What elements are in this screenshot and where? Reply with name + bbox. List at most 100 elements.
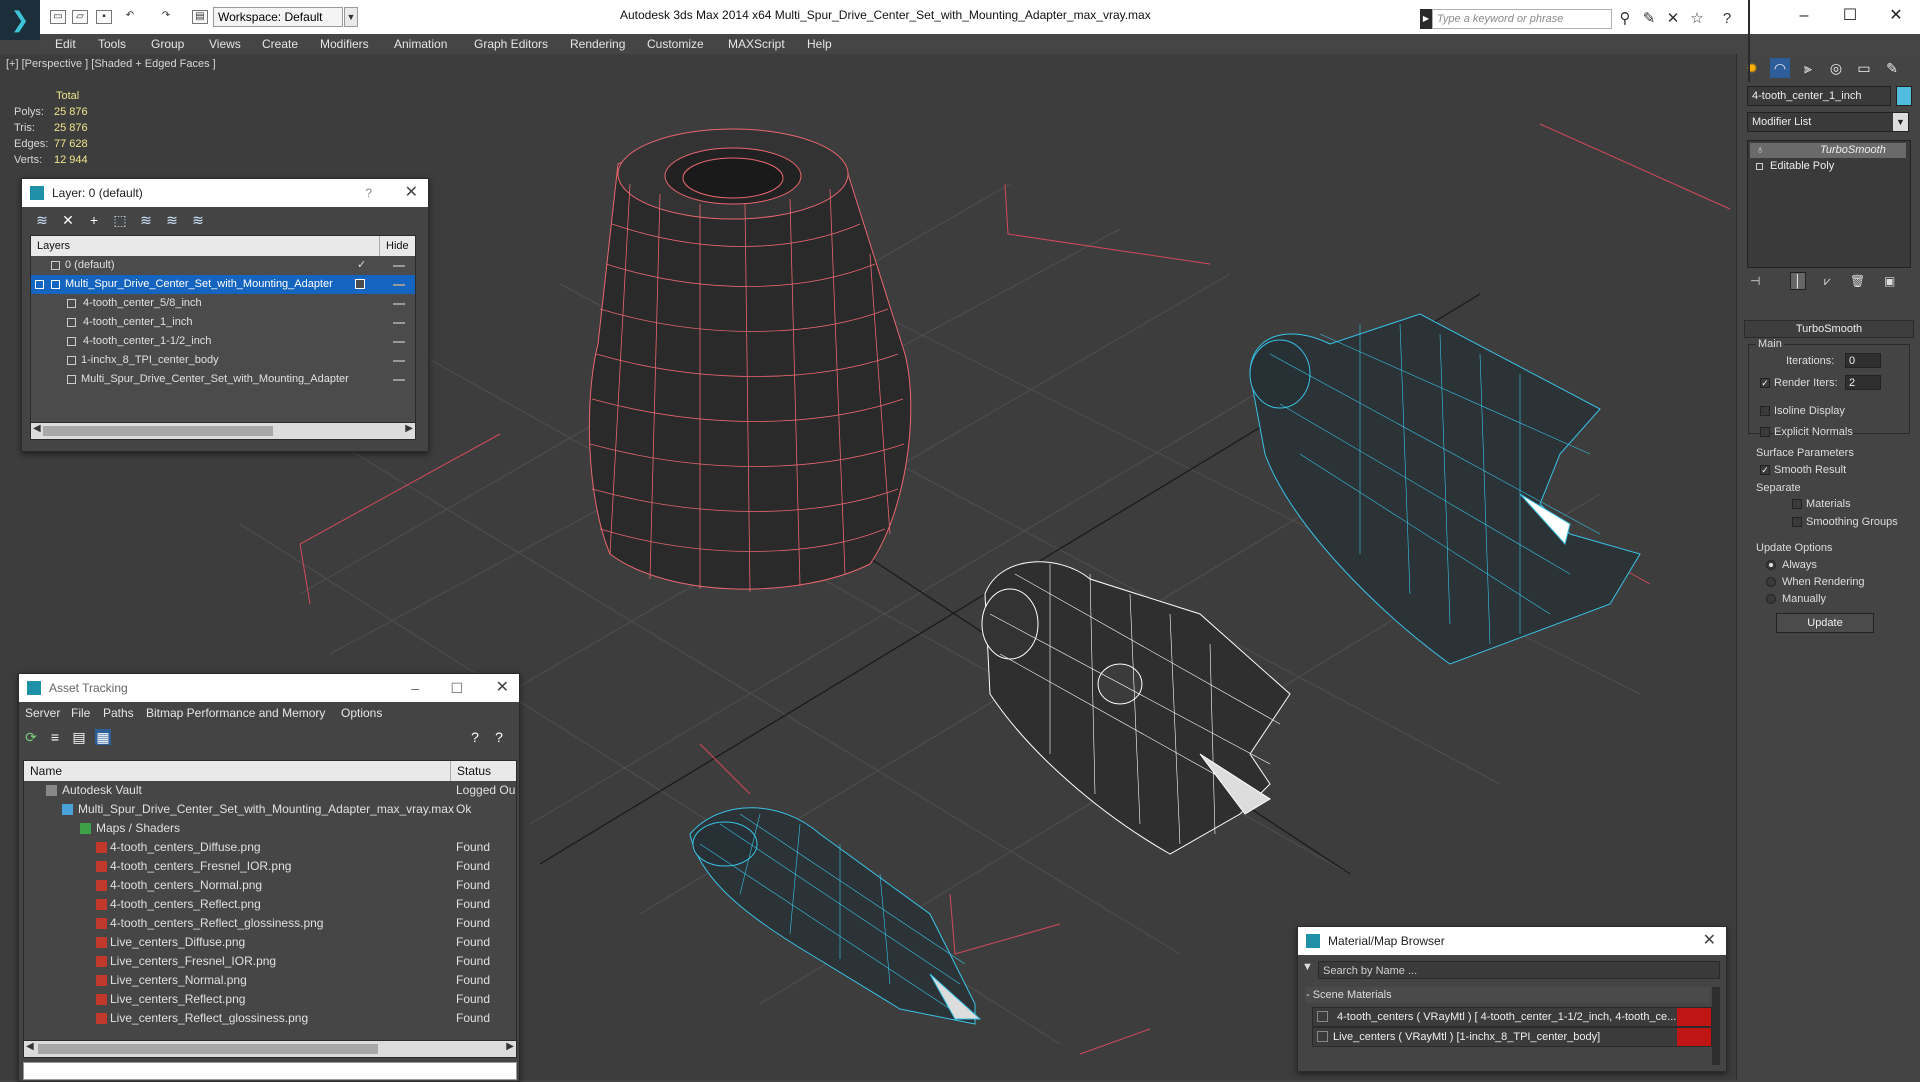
menu-group[interactable]: Group	[151, 34, 184, 54]
remove-modifier-icon[interactable]: 🗑	[1850, 274, 1865, 288]
display-tab-icon[interactable]: ▭	[1854, 58, 1874, 78]
stack-item-turbosmooth[interactable]: ♁ TurboSmooth	[1750, 143, 1906, 158]
asset-row[interactable]: 4-tooth_centers_Normal.png Found	[24, 876, 516, 895]
asset-row[interactable]: Maps / Shaders	[24, 819, 516, 838]
create-layer-icon[interactable]: ≋	[34, 212, 50, 228]
pin-stack-icon[interactable]: ⊣	[1750, 274, 1760, 288]
minimize-icon[interactable]: –	[411, 674, 419, 702]
layer-row-selected[interactable]: Multi_Spur_Drive_Center_Set_with_Mountin…	[31, 275, 415, 294]
menu-views[interactable]: Views	[209, 34, 241, 54]
options-menu-icon[interactable]: ▼	[1302, 961, 1313, 973]
asset-row[interactable]: Live_centers_Reflect.png Found	[24, 990, 516, 1009]
material-search-input[interactable]: Search by Name ...	[1318, 961, 1720, 979]
project-folder-icon[interactable]: ▤	[192, 10, 208, 24]
hierarchy-tab-icon[interactable]: ⫸	[1798, 58, 1818, 78]
col-layers[interactable]: Layers	[37, 236, 70, 256]
col-status[interactable]: Status	[450, 761, 491, 781]
scroll-right-icon[interactable]: ▶	[506, 1041, 514, 1052]
update-button[interactable]: Update	[1776, 613, 1874, 633]
asset-row[interactable]: Live_centers_Reflect_glossiness.png Found	[24, 1009, 516, 1028]
scroll-left-icon[interactable]: ◀	[33, 423, 41, 434]
smooth-result-checkbox[interactable]: ✓	[1760, 465, 1770, 475]
close-icon[interactable]: ✕	[496, 674, 509, 702]
expand-icon[interactable]	[1756, 163, 1763, 170]
viewport-label[interactable]: [+] [Perspective ] [Shaded + Edged Faces…	[6, 58, 216, 70]
mounting-adapter-mesh[interactable]	[588, 128, 912, 593]
close-icon[interactable]: ✕	[1876, 4, 1916, 28]
binoculars-icon[interactable]: ⚲	[1616, 10, 1634, 28]
modify-tab-icon[interactable]: ◠	[1770, 58, 1790, 78]
asset-row[interactable]: Multi_Spur_Drive_Center_Set_with_Mountin…	[24, 800, 516, 819]
delete-layer-icon[interactable]: ✕	[60, 212, 76, 228]
communication-icon[interactable]: ✕	[1664, 10, 1682, 28]
asset-row[interactable]: 4-tooth_centers_Fresnel_IOR.png Found	[24, 857, 516, 876]
active-layer-check-icon[interactable]: ✓	[357, 256, 366, 275]
maximize-icon[interactable]: ☐	[1830, 4, 1870, 28]
layer-row[interactable]: 4-tooth_center_1-1/2_inch	[31, 332, 415, 351]
new-file-icon[interactable]: ▭	[50, 10, 66, 24]
materials-checkbox[interactable]	[1792, 499, 1802, 509]
spur-center-5-8-inch-mesh[interactable]	[981, 561, 1291, 855]
open-file-icon[interactable]: ▱	[72, 10, 88, 24]
create-tab-icon[interactable]: ✹	[1742, 58, 1762, 78]
turbosmooth-rollout-header[interactable]: TurboSmooth	[1744, 320, 1914, 338]
menu-create[interactable]: Create	[262, 34, 298, 54]
save-file-icon[interactable]: ▪	[96, 10, 112, 24]
vertical-scrollbar[interactable]	[1712, 987, 1720, 1065]
menu-tools[interactable]: Tools	[98, 34, 126, 54]
maximize-icon[interactable]: ☐	[450, 674, 463, 702]
highlight-layer-icon[interactable]: ≋	[138, 212, 154, 228]
menu-server[interactable]: Server	[25, 706, 60, 720]
list-view-icon[interactable]: ≡	[47, 729, 63, 745]
menu-graph-editors[interactable]: Graph Editors	[474, 34, 548, 54]
object-name-field[interactable]: 4-tooth_center_1_inch	[1747, 86, 1891, 106]
horizontal-scrollbar[interactable]: ◀ ▶	[23, 1040, 517, 1058]
detail-view-icon[interactable]: ▤	[71, 729, 87, 745]
material-row[interactable]: Live_centers ( VRayMtl ) [1-inchx_8_TPI_…	[1312, 1027, 1712, 1047]
asset-row[interactable]: 4-tooth_centers_Reflect.png Found	[24, 895, 516, 914]
menu-maxscript[interactable]: MAXScript	[728, 34, 785, 54]
isoline-checkbox[interactable]	[1760, 406, 1770, 416]
app-logo-icon[interactable]: ❯	[0, 0, 40, 40]
menu-file[interactable]: File	[71, 706, 90, 720]
search-input[interactable]: Type a keyword or phrase	[1432, 9, 1612, 29]
always-radio[interactable]	[1766, 560, 1776, 570]
material-browser-titlebar[interactable]: Material/Map Browser ✕	[1298, 927, 1726, 955]
scroll-left-icon[interactable]: ◀	[26, 1041, 34, 1052]
menu-modifiers[interactable]: Modifiers	[320, 34, 369, 54]
utilities-tab-icon[interactable]: ✎	[1882, 58, 1902, 78]
make-unique-icon[interactable]: ⩗	[1824, 274, 1831, 289]
subscription-icon[interactable]: ✎	[1640, 10, 1658, 28]
help-icon[interactable]: ?	[467, 729, 483, 745]
close-icon[interactable]: ✕	[405, 179, 418, 207]
minimize-icon[interactable]: –	[1784, 4, 1824, 28]
collapse-icon[interactable]	[35, 280, 44, 289]
menu-edit[interactable]: Edit	[55, 34, 76, 54]
asset-row[interactable]: Live_centers_Fresnel_IOR.png Found	[24, 952, 516, 971]
select-objects-icon[interactable]: ⬚	[112, 212, 128, 228]
spur-center-1-1-2-inch-mesh[interactable]	[689, 807, 982, 1025]
menu-paths[interactable]: Paths	[103, 706, 134, 720]
layer-row[interactable]: 0 (default) ✓	[31, 256, 415, 275]
undo-icon[interactable]: ↶	[122, 10, 138, 24]
hide-toggle[interactable]	[393, 341, 405, 343]
hide-toggle[interactable]	[393, 322, 405, 324]
manually-radio[interactable]	[1766, 594, 1776, 604]
asset-row[interactable]: 4-tooth_centers_Diffuse.png Found	[24, 838, 516, 857]
asset-row[interactable]: Live_centers_Normal.png Found	[24, 971, 516, 990]
col-hide[interactable]: Hide	[379, 236, 409, 256]
lightbulb-icon[interactable]: ♁	[1756, 143, 1764, 158]
menu-customize[interactable]: Customize	[647, 34, 704, 54]
menu-help[interactable]: Help	[807, 34, 832, 54]
redo-icon[interactable]: ↷	[158, 10, 174, 24]
layer-row[interactable]: 4-tooth_center_1_inch	[31, 313, 415, 332]
hide-toggle[interactable]	[393, 379, 405, 381]
menu-rendering[interactable]: Rendering	[570, 34, 625, 54]
asset-row[interactable]: 4-tooth_centers_Reflect_glossiness.png Fo…	[24, 914, 516, 933]
render-iters-checkbox[interactable]: ✓	[1760, 378, 1770, 388]
smoothing-groups-checkbox[interactable]	[1792, 517, 1802, 527]
search-expand-icon[interactable]: ▶	[1420, 9, 1432, 29]
when-rendering-radio[interactable]	[1766, 577, 1776, 587]
asset-row[interactable]: Autodesk Vault Logged Ou	[24, 781, 516, 800]
modifier-list-dropdown[interactable]: Modifier List	[1747, 112, 1909, 132]
